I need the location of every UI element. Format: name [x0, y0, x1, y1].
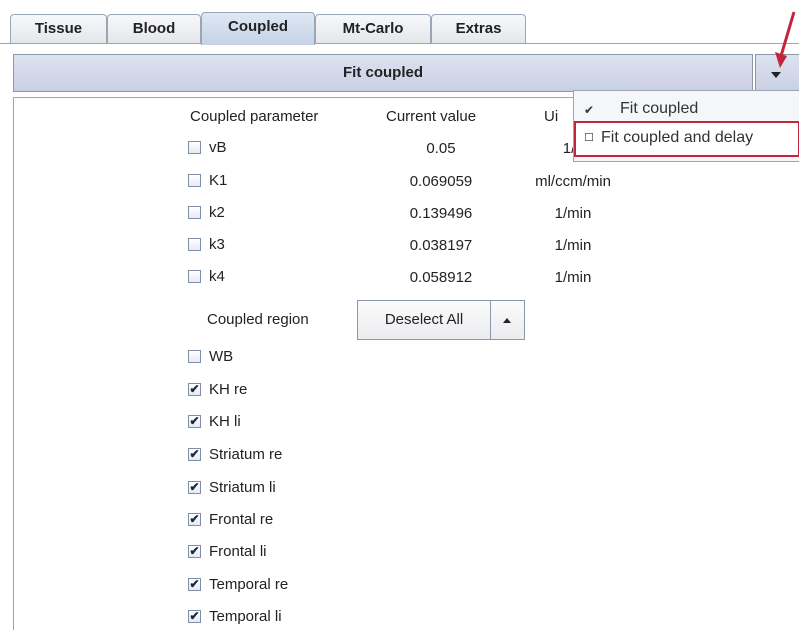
check-icon: ✔ [584, 103, 595, 117]
parameter-value: 0.069059 [409, 173, 473, 190]
checkbox[interactable]: ✔ [188, 578, 201, 591]
region-name: Temporal re [209, 576, 289, 593]
menu-item-label: Fit coupled [620, 100, 699, 117]
parameter-value: 0.058912 [409, 269, 473, 286]
header-current-value: Current value [386, 108, 477, 125]
region-name: KH re [209, 381, 248, 398]
parameter-name: vB [209, 139, 227, 156]
chevron-up-icon [503, 318, 511, 323]
checkbox[interactable] [188, 350, 201, 363]
region-name: KH li [209, 413, 241, 430]
region-name: Frontal li [209, 543, 267, 560]
parameter-unit: 1/min [554, 205, 592, 222]
checkbox[interactable] [188, 141, 201, 154]
header-coupled-parameter: Coupled parameter [190, 108, 319, 125]
tab-tissue[interactable]: Tissue [10, 14, 107, 44]
parameter-value: 0.139496 [409, 205, 473, 222]
parameter-unit: ml/ccm/min [535, 173, 611, 190]
collapse-button[interactable] [491, 300, 525, 340]
menu-item-label: Fit coupled and delay [601, 129, 754, 146]
header-unit: Ui [544, 108, 559, 125]
parameter-name: k3 [209, 236, 225, 253]
checkbox-icon: ☐ [584, 132, 594, 144]
region-name: Frontal re [209, 511, 274, 528]
deselect-all-button[interactable]: Deselect All [357, 300, 491, 340]
region-name: Striatum li [209, 479, 276, 496]
annotation-arrow-icon [775, 11, 796, 68]
parameter-value: 0.038197 [409, 237, 473, 254]
checkbox[interactable] [188, 174, 201, 187]
parameter-name: k4 [209, 268, 225, 285]
checkbox[interactable]: ✔ [188, 383, 201, 396]
coupled-region-label: Coupled region [207, 311, 309, 328]
parameter-unit: 1/min [554, 269, 592, 286]
parameter-name: K1 [209, 172, 228, 189]
tab-mt-carlo[interactable]: Mt-Carlo [315, 14, 431, 44]
checkbox[interactable]: ✔ [188, 481, 201, 494]
region-name: WB [209, 348, 234, 365]
checkbox[interactable]: ✔ [188, 415, 201, 428]
parameter-name: k2 [209, 204, 225, 221]
parameter-unit: 1/min [554, 237, 592, 254]
fit-mode-menu: ✔ Fit coupled ☐ Fit coupled and delay [573, 90, 799, 162]
chevron-down-icon [771, 72, 781, 78]
fit-mode-select[interactable]: Fit coupled [13, 54, 753, 92]
checkbox[interactable]: ✔ [188, 513, 201, 526]
checkbox[interactable] [188, 270, 201, 283]
checkbox[interactable]: ✔ [188, 545, 201, 558]
checkbox[interactable] [188, 206, 201, 219]
region-name: Temporal li [209, 608, 282, 625]
region-name: Striatum re [209, 446, 283, 463]
menu-item-fit-coupled-and-delay[interactable]: ☐ Fit coupled and delay [574, 121, 799, 157]
tab-bar: Tissue Blood Coupled Mt-Carlo Extras [0, 0, 799, 45]
tab-coupled[interactable]: Coupled [201, 12, 315, 45]
tab-blood[interactable]: Blood [107, 14, 201, 44]
checkbox[interactable]: ✔ [188, 448, 201, 461]
checkbox[interactable] [188, 238, 201, 251]
checkbox[interactable]: ✔ [188, 610, 201, 623]
parameter-value: 0.05 [426, 140, 456, 157]
tab-divider [0, 43, 799, 44]
tab-extras[interactable]: Extras [431, 14, 526, 44]
